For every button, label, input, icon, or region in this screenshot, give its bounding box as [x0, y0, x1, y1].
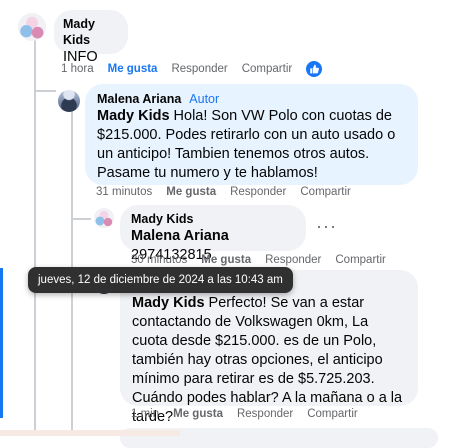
- reply-button[interactable]: Responder: [265, 254, 321, 266]
- mention-link[interactable]: Mady Kids: [132, 295, 205, 311]
- more-options-icon[interactable]: ···: [316, 216, 337, 237]
- comment-bubble: Mady Kids Malena Ariana 2974132815: [120, 205, 306, 263]
- avatar[interactable]: [58, 90, 80, 112]
- comment-time[interactable]: 31 minutos: [96, 186, 152, 198]
- reply-button[interactable]: Responder: [171, 63, 227, 75]
- comment-author[interactable]: Mady Kids: [131, 211, 295, 227]
- share-button[interactable]: Compartir: [335, 254, 385, 266]
- mention-link[interactable]: Mady Kids: [97, 108, 170, 124]
- share-button[interactable]: Compartir: [300, 186, 350, 198]
- focus-accent: [0, 268, 3, 418]
- like-reaction-icon[interactable]: [306, 61, 323, 77]
- like-button[interactable]: Me gusta: [201, 254, 251, 266]
- comment-bubble: Malena Ariana Autor Mady Kids Hola! Son …: [85, 84, 418, 185]
- like-button[interactable]: Me gusta: [173, 408, 223, 420]
- comment-author[interactable]: Mady Kids: [63, 16, 119, 48]
- avatar[interactable]: [94, 208, 114, 228]
- comment-time[interactable]: 1 hora: [61, 63, 94, 75]
- avatar[interactable]: [18, 13, 46, 41]
- mention-link[interactable]: Malena Ariana: [131, 228, 229, 244]
- comment-text: Mady Kids Hola! Son VW Polo con cuotas d…: [97, 108, 400, 181]
- timestamp-tooltip: jueves, 12 de diciembre de 2024 a las 10…: [28, 267, 293, 293]
- comment-bubble: Mady Kids INFO: [54, 10, 128, 65]
- like-button[interactable]: Me gusta: [166, 186, 216, 198]
- share-button[interactable]: Compartir: [242, 63, 292, 75]
- thread-line: [34, 40, 36, 436]
- comment-author[interactable]: Malena Ariana: [97, 91, 181, 107]
- comment-time[interactable]: 30 minutos: [131, 254, 187, 266]
- author-badge: Autor: [189, 92, 220, 106]
- share-button[interactable]: Compartir: [307, 408, 357, 420]
- comment-actions: 1 hora Me gusta Responder Compartir: [61, 61, 323, 77]
- scroll-fade: [0, 430, 180, 436]
- thread-branch: [71, 218, 91, 220]
- thread-branch: [34, 90, 56, 92]
- comment-time[interactable]: 1 min: [131, 408, 159, 420]
- comment-actions: 31 minutos Me gusta Responder Compartir: [96, 186, 351, 198]
- reply-button[interactable]: Responder: [230, 186, 286, 198]
- comment-actions: 1 min Me gusta Responder Compartir: [131, 408, 358, 420]
- like-button[interactable]: Me gusta: [108, 63, 158, 75]
- reply-button[interactable]: Responder: [237, 408, 293, 420]
- comment-actions: 30 minutos Me gusta Responder Compartir: [131, 254, 386, 266]
